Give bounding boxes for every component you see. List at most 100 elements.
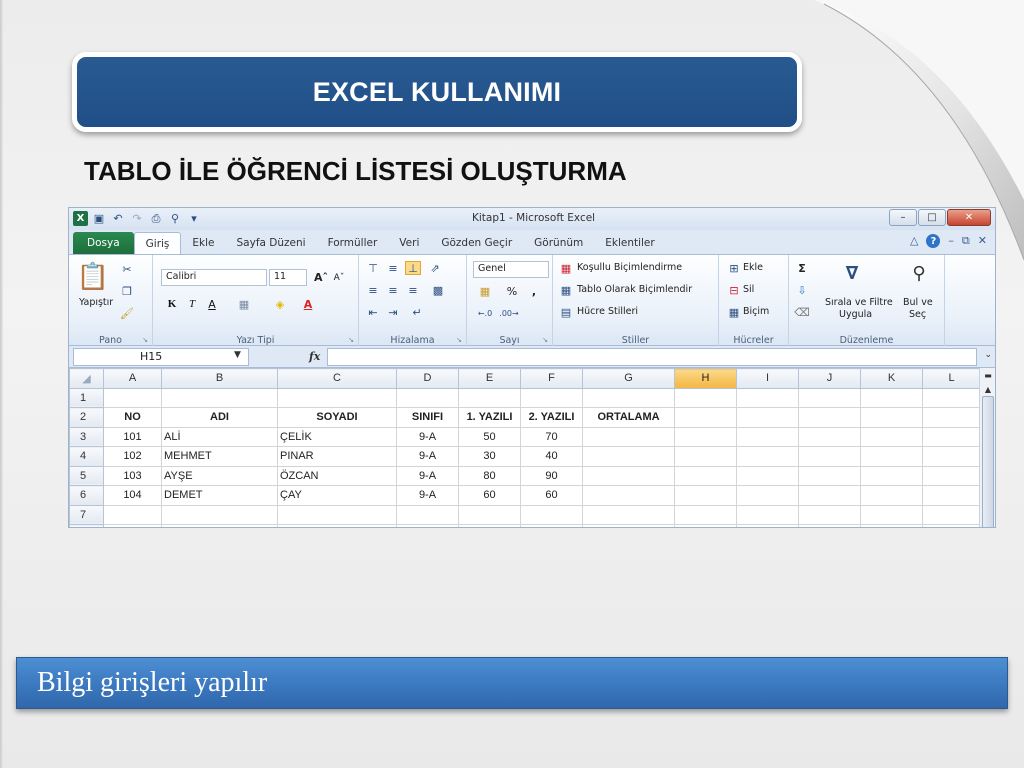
- row-header[interactable]: 1: [69, 387, 104, 408]
- cell-d1[interactable]: [396, 387, 459, 408]
- vertical-scrollbar[interactable]: ▬ ▲: [979, 368, 995, 527]
- cell-d7[interactable]: [396, 504, 459, 525]
- cell-b2[interactable]: ADI: [161, 407, 278, 428]
- row-header[interactable]: [69, 524, 104, 527]
- cell-e6[interactable]: 60: [458, 485, 521, 506]
- cell-l4[interactable]: [922, 446, 981, 467]
- cell-i2[interactable]: [736, 407, 799, 428]
- cell-j3[interactable]: [798, 426, 861, 447]
- cell-l5[interactable]: [922, 465, 981, 486]
- cell-d5[interactable]: 9-A: [396, 465, 459, 486]
- column-header-i[interactable]: I: [736, 368, 799, 389]
- column-header-e[interactable]: E: [458, 368, 521, 389]
- cell-f4[interactable]: 40: [520, 446, 583, 467]
- help-icon[interactable]: ?: [926, 234, 941, 248]
- decrease-decimal-icon[interactable]: .00→: [499, 305, 519, 321]
- cell-table[interactable]: ◢ ABCDEFGHIJKL 1 2 NO ADI SOYADI SINIFI 1. YAZ…: [69, 368, 981, 527]
- cell-i4[interactable]: [736, 446, 799, 467]
- shrink-font-icon[interactable]: Aˇ: [331, 270, 347, 286]
- cell-c5[interactable]: ÖZCAN: [277, 465, 397, 486]
- cell-ax[interactable]: [103, 524, 162, 527]
- cell-d3[interactable]: 9-A: [396, 426, 459, 447]
- row-header[interactable]: 5: [69, 465, 104, 486]
- cell-a7[interactable]: [103, 504, 162, 525]
- conditional-format-icon[interactable]: ▦: [559, 261, 573, 275]
- column-header-c[interactable]: C: [277, 368, 397, 389]
- cell-c2[interactable]: SOYADI: [277, 407, 397, 428]
- cell-k4[interactable]: [860, 446, 923, 467]
- cell-g3[interactable]: [582, 426, 675, 447]
- cell-bx[interactable]: [161, 524, 278, 527]
- cell-k7[interactable]: [860, 504, 923, 525]
- dialog-launcher-icon[interactable]: ↘: [142, 336, 148, 344]
- cell-l6[interactable]: [922, 485, 981, 506]
- align-top-icon[interactable]: ⊤: [365, 261, 381, 275]
- paste-icon[interactable]: 📋: [77, 261, 109, 293]
- cell-i3[interactable]: [736, 426, 799, 447]
- align-left-icon[interactable]: ≡: [365, 283, 381, 297]
- cell-e5[interactable]: 80: [458, 465, 521, 486]
- cell-b3[interactable]: ALİ: [161, 426, 278, 447]
- find-select-label-line1[interactable]: Bul ve: [903, 297, 933, 308]
- cell-g2[interactable]: ORTALAMA: [582, 407, 675, 428]
- insert-function-icon[interactable]: fx: [309, 350, 320, 363]
- cell-e1[interactable]: [458, 387, 521, 408]
- cell-h7[interactable]: [674, 504, 737, 525]
- column-header-f[interactable]: F: [520, 368, 583, 389]
- cell-j1[interactable]: [798, 387, 861, 408]
- row-header[interactable]: 6: [69, 485, 104, 506]
- cell-e2[interactable]: 1. YAZILI: [458, 407, 521, 428]
- select-all-corner[interactable]: ◢: [69, 368, 104, 389]
- cell-fx[interactable]: [520, 524, 583, 527]
- align-right-icon[interactable]: ≡: [405, 283, 421, 297]
- orientation-icon[interactable]: ⇗: [427, 261, 443, 275]
- column-header-j[interactable]: J: [798, 368, 861, 389]
- tab-giris[interactable]: Giriş: [133, 232, 182, 254]
- row-header[interactable]: 7: [69, 504, 104, 525]
- cell-e4[interactable]: 30: [458, 446, 521, 467]
- cell-j5[interactable]: [798, 465, 861, 486]
- cell-k3[interactable]: [860, 426, 923, 447]
- cell-lx[interactable]: [922, 524, 981, 527]
- cell-b5[interactable]: AYŞE: [161, 465, 278, 486]
- cell-l1[interactable]: [922, 387, 981, 408]
- increase-indent-icon[interactable]: ⇥: [385, 305, 401, 319]
- cell-h5[interactable]: [674, 465, 737, 486]
- minimize-button[interactable]: –: [889, 209, 917, 226]
- cell-a4[interactable]: 102: [103, 446, 162, 467]
- cell-h4[interactable]: [674, 446, 737, 467]
- cell-hx[interactable]: [674, 524, 737, 527]
- cell-k6[interactable]: [860, 485, 923, 506]
- redo-icon[interactable]: ↷: [129, 211, 145, 226]
- decrease-indent-icon[interactable]: ⇤: [365, 305, 381, 319]
- sort-filter-label-line2[interactable]: Uygula: [839, 309, 872, 320]
- row-header[interactable]: 4: [69, 446, 104, 467]
- cell-g7[interactable]: [582, 504, 675, 525]
- cell-ix[interactable]: [736, 524, 799, 527]
- underline-button[interactable]: A: [205, 295, 219, 313]
- cell-l7[interactable]: [922, 504, 981, 525]
- cell-a6[interactable]: 104: [103, 485, 162, 506]
- scroll-up-icon[interactable]: ▲: [980, 382, 995, 396]
- cell-j7[interactable]: [798, 504, 861, 525]
- cell-kx[interactable]: [860, 524, 923, 527]
- conditional-format-button[interactable]: Koşullu Biçimlendirme: [577, 262, 682, 273]
- cell-j4[interactable]: [798, 446, 861, 467]
- cell-f7[interactable]: [520, 504, 583, 525]
- cell-dx[interactable]: [396, 524, 459, 527]
- format-painter-icon[interactable]: 🖌: [119, 305, 135, 321]
- chevron-down-icon[interactable]: ▼: [234, 350, 241, 360]
- column-header-b[interactable]: B: [161, 368, 278, 389]
- fill-color-icon[interactable]: ◈: [271, 295, 289, 313]
- dialog-launcher-icon[interactable]: ↘: [348, 336, 354, 344]
- tab-gorunum[interactable]: Görünüm: [523, 232, 594, 254]
- column-header-h[interactable]: H: [674, 368, 737, 389]
- cell-h1[interactable]: [674, 387, 737, 408]
- cell-h3[interactable]: [674, 426, 737, 447]
- workbook-close-icon[interactable]: ✕: [978, 234, 987, 248]
- tab-dosya[interactable]: Dosya: [73, 232, 134, 254]
- bold-button[interactable]: K: [165, 295, 179, 313]
- cell-i5[interactable]: [736, 465, 799, 486]
- cell-l2[interactable]: [922, 407, 981, 428]
- maximize-button[interactable]: □: [918, 209, 946, 226]
